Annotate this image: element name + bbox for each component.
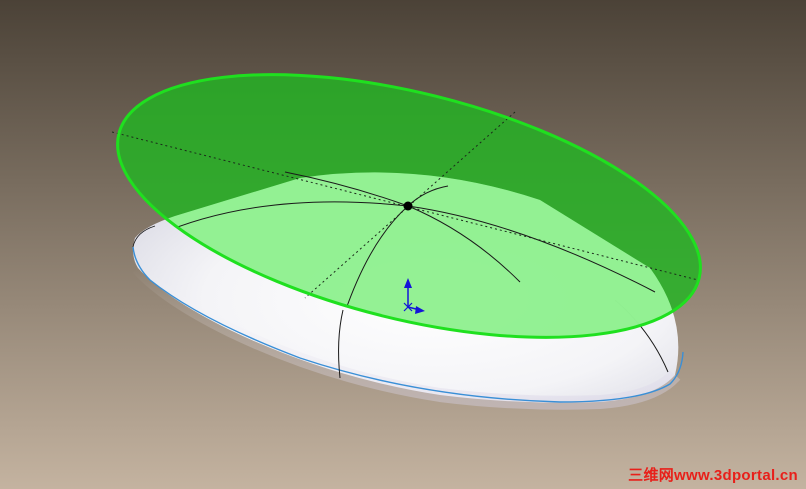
site-watermark: 三维网www.3dportal.cn <box>628 467 798 484</box>
model-scene[interactable] <box>0 0 806 489</box>
plane-center-point[interactable] <box>403 201 413 211</box>
cad-graphics-viewport[interactable]: 三维网www.3dportal.cn <box>0 0 806 489</box>
